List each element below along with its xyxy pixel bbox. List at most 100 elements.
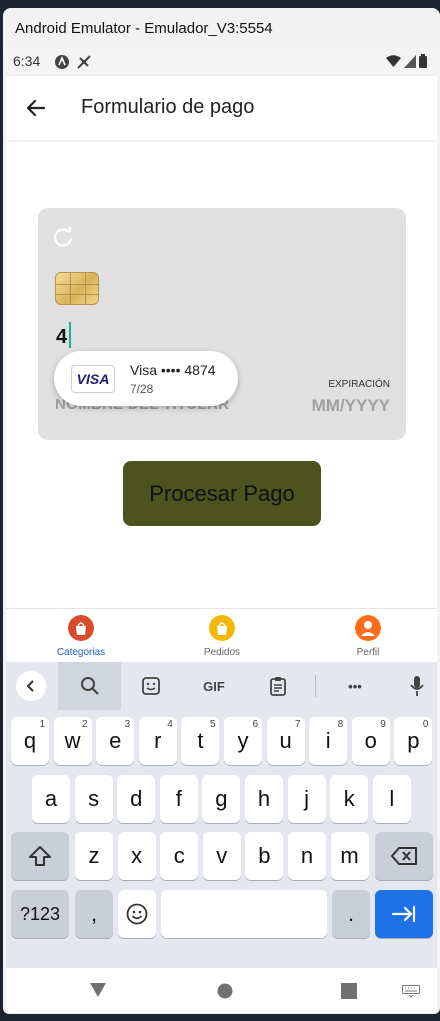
key-k-label: k [343,786,355,811]
key-g[interactable]: g [202,775,241,823]
key-i-label: i [325,728,331,753]
comma-key[interactable]: , [75,890,113,938]
period-key[interactable]: . [332,890,370,938]
key-a-label: a [44,786,58,811]
key-z[interactable]: z [75,832,113,880]
emulator-window: Android Emulator - Emulador_V3:5554 6:34… [3,8,440,1014]
key-n[interactable]: n [288,832,326,880]
search-icon[interactable] [76,672,104,700]
toolbar-divider [315,675,316,697]
orders-bag-icon [209,615,235,641]
key-y[interactable]: y6 [224,717,262,765]
backspace-icon [391,847,417,865]
emoji-key[interactable] [118,890,156,938]
key-w-label: w [64,728,81,753]
clipboard-icon[interactable] [264,672,292,700]
key-h-label: h [257,786,271,811]
recents-square-icon[interactable] [341,983,357,999]
key-b[interactable]: b [245,832,284,880]
key-w[interactable]: w2 [53,717,92,765]
back-triangle-icon[interactable] [89,982,107,998]
key-k[interactable]: k [330,775,369,823]
phone-screen: 6:34 Formulario de pago 4 EXPIRACIÓN MM/… [6,50,437,1013]
key-r[interactable]: r4 [138,717,177,765]
key-l-label: l [389,786,395,811]
key-c-label: c [173,843,185,868]
key-v-label: v [216,843,228,868]
key-v[interactable]: v [202,832,241,880]
key-y-label: y [237,728,249,753]
microphone-icon[interactable] [403,672,431,700]
no-signal-notification-icon [77,55,91,69]
page-title: Formulario de pago [81,96,255,118]
emoji-icon [126,903,148,925]
key-p-label: p [407,728,420,753]
shift-key[interactable] [11,832,69,880]
flip-card-icon[interactable] [52,226,74,248]
app-bar: Formulario de pago [6,76,437,140]
tab-next-icon [391,905,416,923]
keyboard-switch-icon[interactable] [402,985,420,998]
symbols-key-label: ?123 [19,904,61,924]
key-m[interactable]: m [330,832,369,880]
key-c[interactable]: c [160,832,199,880]
sticker-icon[interactable] [137,672,165,700]
categories-bag-icon [68,615,94,641]
visa-logo-icon: VISA [71,365,115,393]
key-o[interactable]: o9 [351,717,390,765]
battery-icon [419,54,427,68]
emulator-title: Android Emulator - Emulador_V3:5554 [3,8,440,50]
nav-item-categorias[interactable]: Categorias [41,615,121,658]
key-t-label: t [197,728,204,753]
backspace-key[interactable] [375,832,433,880]
gif-button[interactable]: GIF [200,672,228,700]
enter-tab-key[interactable] [375,890,433,938]
keyboard-collapse-button[interactable] [16,671,46,701]
key-l[interactable]: l [372,775,411,823]
keyboard-toolbar: GIF ••• [6,662,437,710]
bottom-navigation: Categorias Pedidos Perfil [6,608,437,662]
process-payment-button[interactable]: Procesar Pago [123,461,321,526]
wifi-icon [386,54,401,67]
key-a[interactable]: a [32,775,70,823]
key-s[interactable]: s [74,775,113,823]
key-r-hint: 4 [167,719,173,730]
expiration-field[interactable]: MM/YYYY [312,396,390,416]
card-number-field[interactable]: 4 [56,326,67,349]
key-e[interactable]: e3 [96,717,135,765]
key-f[interactable]: f [159,775,198,823]
key-t-hint: 5 [209,719,216,730]
more-options-button[interactable]: ••• [341,672,369,700]
key-w-hint: 2 [82,719,88,730]
autofill-card-suggestion[interactable]: VISA Visa •••• 4874 7/28 [54,351,238,406]
symbols-key[interactable]: ?123 [11,890,69,938]
period-key-label: . [347,901,355,926]
key-h[interactable]: h [245,775,283,823]
home-circle-icon[interactable] [217,983,233,999]
key-x[interactable]: x [117,832,156,880]
key-t[interactable]: t5 [181,717,220,765]
key-f-label: f [175,786,182,811]
key-g-label: g [215,786,228,811]
key-q[interactable]: q1 [11,717,49,765]
nav-item-perfil[interactable]: Perfil [328,615,408,658]
space-key[interactable] [161,890,327,938]
key-q-label: q [23,728,37,753]
comma-key-label: , [90,901,98,926]
back-arrow-icon[interactable] [24,96,48,120]
key-z-label: z [88,843,100,868]
key-u[interactable]: u7 [266,717,305,765]
status-bar: 6:34 [6,50,437,76]
nav-item-pedidos[interactable]: Pedidos [182,615,262,658]
key-q-hint: 1 [39,719,45,730]
key-u-hint: 7 [295,719,301,730]
status-icons [386,54,427,68]
key-e-hint: 3 [124,719,131,730]
nav-label-perfil: Perfil [356,647,380,658]
key-j[interactable]: j [287,775,326,823]
cell-signal-icon [404,54,416,68]
key-p[interactable]: p0 [394,717,433,765]
key-i[interactable]: i8 [309,717,348,765]
key-y-hint: 6 [252,719,258,730]
key-d[interactable]: d [117,775,156,823]
